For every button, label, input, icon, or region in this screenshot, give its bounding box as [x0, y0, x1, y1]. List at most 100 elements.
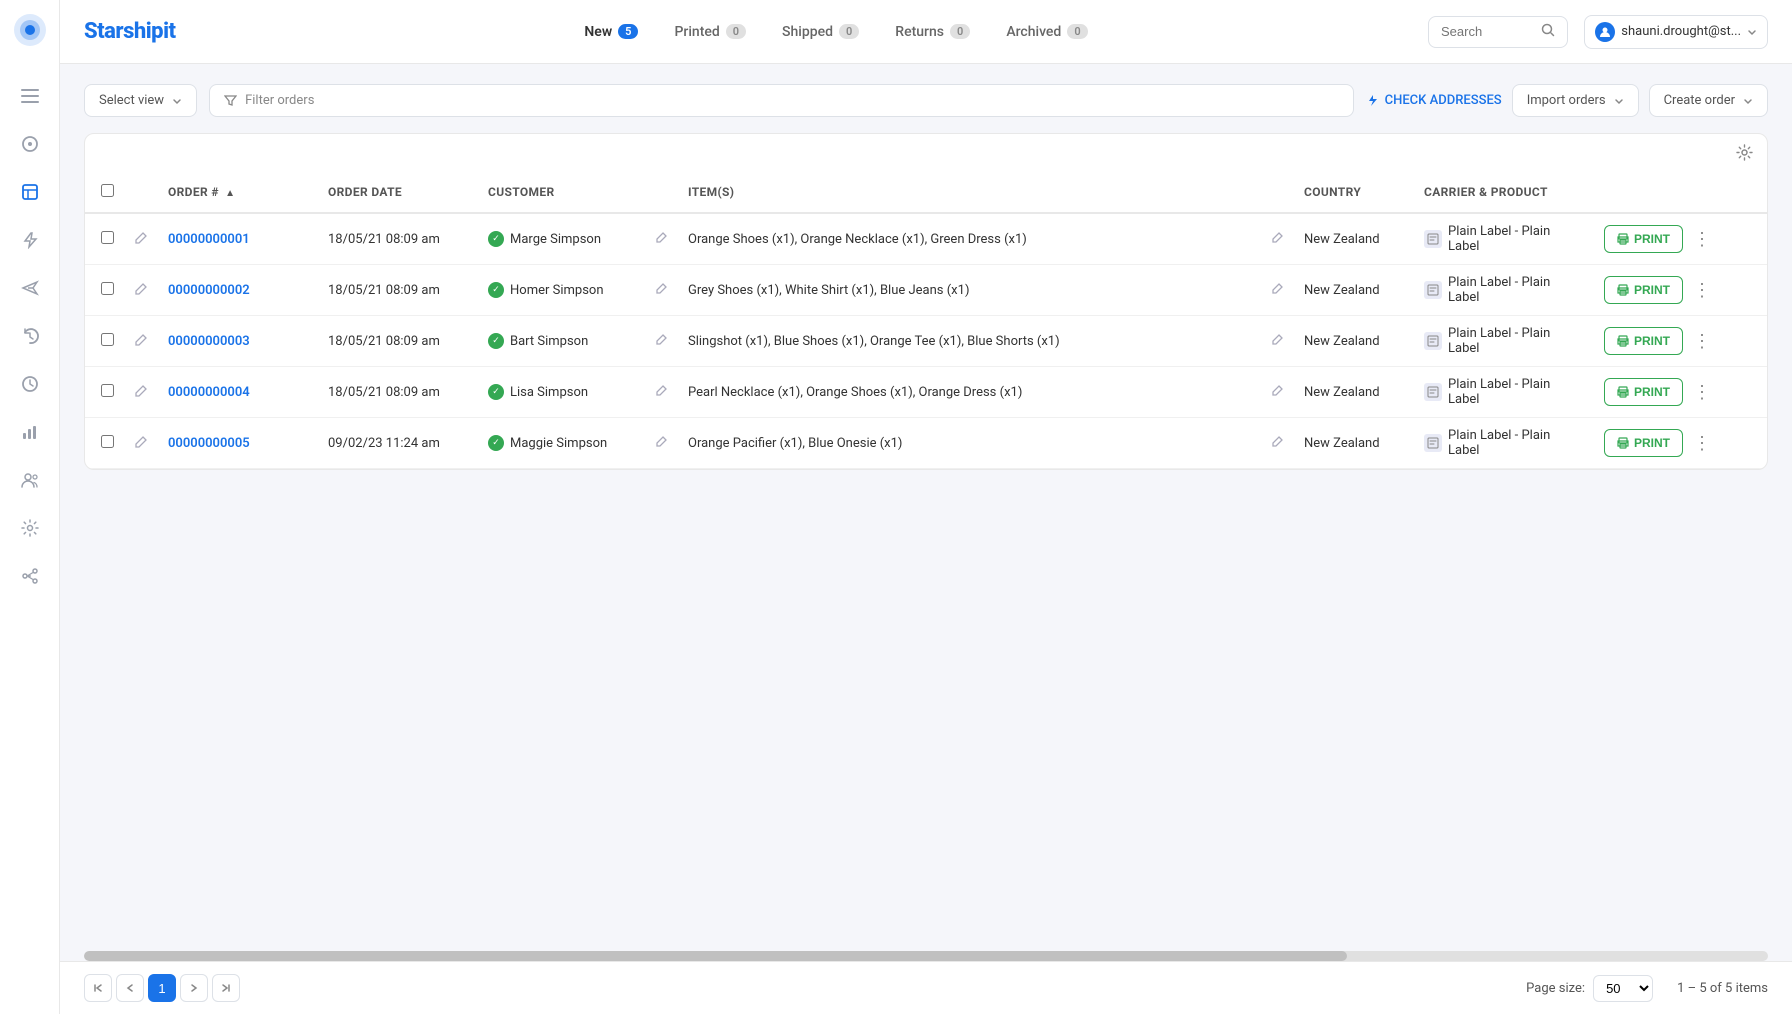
prev-page-button[interactable] [116, 974, 144, 1002]
user-name: shauni.drought@st... [1621, 24, 1741, 39]
carrier-icon [1424, 281, 1442, 299]
verified-icon: ✓ [488, 333, 504, 349]
row-extra-cell [1727, 367, 1767, 418]
items-edit-icon[interactable] [1272, 384, 1284, 400]
items-edit-icon[interactable] [1272, 282, 1284, 298]
next-page-button[interactable] [180, 974, 208, 1002]
carrier-header[interactable]: CARRIER & PRODUCT [1414, 172, 1594, 213]
row-checkbox[interactable] [101, 384, 114, 397]
page-info: 1 – 5 of 5 items [1677, 981, 1768, 996]
items-edit-icon[interactable] [1272, 231, 1284, 247]
table-row: 00000000003 18/05/21 08:09 am ✓ Bart Sim… [85, 316, 1767, 367]
carrier-icon [1424, 383, 1442, 401]
select-all-checkbox[interactable] [101, 184, 114, 197]
row-date-cell: 18/05/21 08:09 am [318, 265, 478, 316]
last-page-button[interactable] [212, 974, 240, 1002]
scrollbar-thumb[interactable] [84, 951, 1347, 961]
row-checkbox-cell [85, 316, 125, 367]
print-button[interactable]: PRINT [1604, 225, 1683, 253]
items-edit-icon[interactable] [1272, 333, 1284, 349]
package-icon[interactable] [10, 172, 50, 212]
nav-tabs: New 5 Printed 0 Shipped 0 Returns 0 Arch… [244, 16, 1428, 48]
row-edit-icon[interactable] [135, 335, 148, 350]
first-page-button[interactable] [84, 974, 112, 1002]
more-options-button[interactable]: ⋮ [1687, 227, 1717, 252]
row-checkbox[interactable] [101, 282, 114, 295]
more-options-button[interactable]: ⋮ [1687, 380, 1717, 405]
filter-orders-input[interactable]: Filter orders [209, 84, 1354, 117]
clock-icon[interactable] [10, 364, 50, 404]
menu-icon[interactable] [10, 76, 50, 116]
api-icon[interactable] [10, 556, 50, 596]
order-num-header[interactable]: ORDER # ▲ [158, 172, 318, 213]
row-order-link[interactable]: 00000000005 [168, 436, 250, 451]
row-checkbox[interactable] [101, 231, 114, 244]
bolt-icon[interactable] [10, 220, 50, 260]
items-header[interactable]: ITEM(S) [678, 172, 1294, 213]
row-carrier-cell: Plain Label - Plain Label [1414, 367, 1594, 418]
select-view-dropdown[interactable]: Select view [84, 84, 197, 117]
dashboard-icon[interactable] [10, 124, 50, 164]
users-icon[interactable] [10, 460, 50, 500]
row-order-link[interactable]: 00000000003 [168, 334, 250, 349]
row-items: Orange Pacifier (x1), Blue Onesie (x1) [688, 436, 902, 451]
chevron-down-icon [172, 96, 182, 106]
row-country: New Zealand [1304, 436, 1380, 451]
more-options-button[interactable]: ⋮ [1687, 431, 1717, 456]
carrier-icon [1424, 332, 1442, 350]
verified-icon: ✓ [488, 231, 504, 247]
customer-edit-icon[interactable] [656, 384, 668, 400]
customer-edit-icon[interactable] [656, 282, 668, 298]
row-country-cell: New Zealand [1294, 213, 1414, 265]
more-options-button[interactable]: ⋮ [1687, 278, 1717, 303]
print-button[interactable]: PRINT [1604, 429, 1683, 457]
row-edit-icon[interactable] [135, 233, 148, 248]
settings-icon[interactable] [10, 508, 50, 548]
search-input[interactable] [1441, 24, 1533, 39]
print-icon [1617, 437, 1629, 449]
print-icon [1617, 386, 1629, 398]
print-button[interactable]: PRINT [1604, 327, 1683, 355]
order-date-header[interactable]: ORDER DATE [318, 172, 478, 213]
send-icon[interactable] [10, 268, 50, 308]
row-country-cell: New Zealand [1294, 265, 1414, 316]
user-menu[interactable]: shauni.drought@st... [1584, 15, 1768, 49]
row-order-link[interactable]: 00000000001 [168, 232, 250, 247]
row-checkbox[interactable] [101, 435, 114, 448]
row-order-link[interactable]: 00000000002 [168, 283, 250, 298]
row-edit-icon[interactable] [135, 386, 148, 401]
print-button[interactable]: PRINT [1604, 378, 1683, 406]
tab-new[interactable]: New 5 [568, 16, 654, 48]
tab-archived[interactable]: Archived 0 [990, 16, 1103, 48]
table-settings-button[interactable] [1732, 140, 1757, 170]
customer-header[interactable]: CUSTOMER [478, 172, 678, 213]
check-addresses-button[interactable]: CHECK ADDRESSES [1366, 93, 1502, 108]
tab-returns[interactable]: Returns 0 [879, 16, 986, 48]
topnav: Starshipit New 5 Printed 0 Shipped 0 Ret… [60, 0, 1792, 64]
row-carrier: Plain Label - Plain Label [1448, 275, 1584, 305]
row-edit-icon[interactable] [135, 284, 148, 299]
print-button[interactable]: PRINT [1604, 276, 1683, 304]
customer-edit-icon[interactable] [656, 231, 668, 247]
row-customer-cell: ✓ Maggie Simpson [478, 418, 678, 469]
row-country: New Zealand [1304, 385, 1380, 400]
table-row: 00000000005 09/02/23 11:24 am ✓ Maggie S… [85, 418, 1767, 469]
items-edit-icon[interactable] [1272, 435, 1284, 451]
row-edit-icon[interactable] [135, 437, 148, 452]
row-edit-icon-cell [125, 316, 158, 367]
chart-icon[interactable] [10, 412, 50, 452]
row-order-link[interactable]: 00000000004 [168, 385, 250, 400]
country-header[interactable]: COUNTRY [1294, 172, 1414, 213]
row-checkbox[interactable] [101, 333, 114, 346]
tab-printed[interactable]: Printed 0 [658, 16, 762, 48]
import-orders-button[interactable]: Import orders [1512, 84, 1639, 117]
page-1-button[interactable]: 1 [148, 974, 176, 1002]
create-order-button[interactable]: Create order [1649, 84, 1768, 117]
customer-edit-icon[interactable] [656, 435, 668, 451]
tab-shipped[interactable]: Shipped 0 [766, 16, 875, 48]
search-icon[interactable] [1541, 23, 1555, 41]
customer-edit-icon[interactable] [656, 333, 668, 349]
history-icon[interactable] [10, 316, 50, 356]
page-size-select[interactable]: 50 100 200 [1593, 975, 1653, 1002]
more-options-button[interactable]: ⋮ [1687, 329, 1717, 354]
